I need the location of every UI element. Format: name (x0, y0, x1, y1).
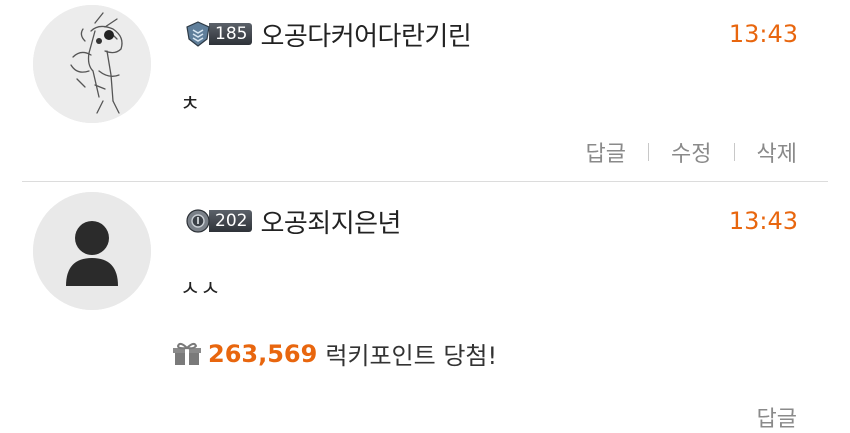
comment-item: 185 오공다커어다란기린 13:43 ㅊ 답글 수정 삭제 (0, 0, 850, 182)
user-avatar[interactable] (33, 192, 151, 310)
nickname[interactable]: 오공다커어다란기린 (260, 16, 471, 53)
user-avatar[interactable] (33, 5, 151, 123)
divider (648, 143, 650, 161)
level-badge: 185 (185, 21, 253, 47)
edit-button[interactable]: 수정 (671, 136, 711, 168)
shield-rank-icon (186, 21, 210, 47)
gift-icon (173, 342, 201, 365)
comment-meta: 185 오공다커어다란기린 (185, 16, 472, 53)
comment-divider (22, 181, 828, 182)
lucky-points-label: 럭키포인트 당첨! (325, 342, 498, 370)
comment-actions: 답글 수정 삭제 (586, 136, 797, 168)
nickname[interactable]: 오공죄지은년 (260, 203, 401, 240)
lucky-points-value: 263,569 (208, 339, 318, 368)
level-number: 185 (209, 23, 253, 45)
level-badge: 202 (185, 209, 253, 233)
comment-time: 13:43 (728, 207, 798, 235)
lucky-point-notice: 263,569 럭키포인트 당첨! (172, 336, 497, 371)
reply-button[interactable]: 답글 (586, 136, 626, 168)
comment-meta: 202 오공죄지은년 (185, 203, 401, 240)
default-user-icon (33, 192, 151, 310)
comment-actions: 답글 (757, 401, 797, 433)
delete-button[interactable]: 삭제 (757, 136, 797, 168)
divider (733, 143, 735, 161)
comment-item: 202 오공죄지은년 13:43 ㅅㅅ 263,569 럭키포인트 당첨! 답글 (0, 183, 850, 432)
comment-text: ㅊ (180, 92, 201, 117)
level-number: 202 (209, 210, 253, 232)
comment-text: ㅅㅅ (180, 277, 221, 302)
reply-button[interactable]: 답글 (757, 401, 797, 433)
giraffe-sketch-avatar-icon (33, 5, 151, 123)
comment-time: 13:43 (728, 20, 798, 48)
round-rank-icon (186, 209, 210, 233)
